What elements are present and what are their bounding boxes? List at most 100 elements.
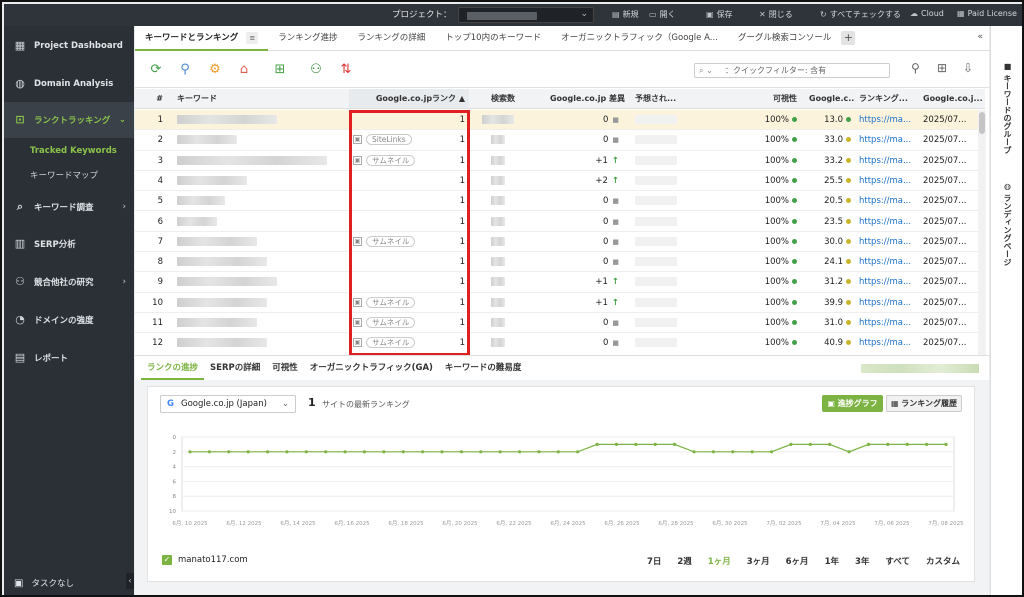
ranking-url-link[interactable]: https://ma... xyxy=(859,212,917,232)
open-button[interactable]: ▭ 開く xyxy=(649,9,676,20)
ranking-url-link[interactable]: https://ma... xyxy=(859,151,917,171)
table-row[interactable]: 3 ▣ サムネイル 1 +1 ↑ 100% 33.2 https://ma... 2… xyxy=(135,151,985,171)
keyword-icon[interactable]: ⚲ xyxy=(176,61,194,79)
table-row[interactable]: 12 ▣ サムネイル 1 0 ■ 100% 40.9 https://ma... 2… xyxy=(135,333,985,352)
close-button[interactable]: ✕ 閉じる xyxy=(759,9,793,20)
project-select[interactable]: ⌄ xyxy=(458,7,594,23)
btab-serp-details[interactable]: SERPの詳細 xyxy=(204,356,266,380)
tab-keywords-ranking[interactable]: キーワードとランキング ≡ xyxy=(135,26,269,51)
progress-graph-button[interactable]: ▣ 進捗グラフ xyxy=(822,395,883,412)
rail-keyword-groups[interactable]: ■ キーワードのグループ xyxy=(1002,62,1013,154)
ranking-url-link[interactable]: https://ma... xyxy=(859,293,917,313)
sort-icon[interactable]: ⇅ xyxy=(337,61,355,79)
ranking-url-link[interactable]: https://ma... xyxy=(859,110,917,130)
table-row[interactable]: 5 1 0 ■ 100% 20.5 https://ma... 2025/07..… xyxy=(135,191,985,212)
ranking-url-link[interactable]: https://ma... xyxy=(859,232,917,252)
col-header-visibility[interactable]: 可視性 xyxy=(681,89,801,109)
user-settings-icon[interactable]: ⚇ xyxy=(307,61,325,79)
ranking-url-link[interactable]: https://ma... xyxy=(859,171,917,191)
tab-ranking-details[interactable]: ランキングの詳細 xyxy=(348,26,436,51)
sidebar-sub-tracked-keywords[interactable]: Tracked Keywords xyxy=(30,146,117,156)
range-all[interactable]: すべて xyxy=(885,555,910,567)
sidebar-sub-keyword-map[interactable]: キーワードマップ xyxy=(30,169,98,181)
range-1y[interactable]: 1年 xyxy=(825,555,839,567)
table-row[interactable]: 2 ▣ SiteLinks 1 0 ■ 100% 33.0 https://ma..… xyxy=(135,130,985,151)
tab-top10-keywords[interactable]: トップ10内のキーワード xyxy=(435,26,551,51)
rail-landing-pages[interactable]: ◍ ランディングページ xyxy=(1002,182,1013,266)
search-engine-select[interactable]: G Google.co.jp (Japan) ⌄ xyxy=(160,395,296,413)
columns-icon[interactable]: ⊞ xyxy=(937,61,947,75)
sidebar-item-domain-analysis[interactable]: ◍ Domain Analysis xyxy=(4,67,134,101)
tag-icon[interactable]: ⌂ xyxy=(235,61,253,79)
check-all-button[interactable]: ↻ すべてチェックする xyxy=(820,9,901,20)
check-rankings-icon[interactable]: ⟳ xyxy=(147,61,165,79)
col-header-rank[interactable]: Google.co.jpランク ▲ xyxy=(349,89,469,109)
table-row[interactable]: 11 ▣ サムネイル 1 0 ■ 100% 31.0 https://ma... 2… xyxy=(135,313,985,334)
checkbox-checked-icon[interactable]: ✓ xyxy=(162,555,172,565)
sidebar-collapse-button[interactable]: ‹ xyxy=(126,573,134,589)
export-icon[interactable]: ⇩ xyxy=(963,61,973,75)
sidebar-item-project-dashboard[interactable]: ▦ Project Dashboard xyxy=(4,29,134,63)
ranking-url-link[interactable]: https://ma... xyxy=(859,313,917,333)
keyword-blurred xyxy=(177,277,277,287)
sidebar-item-domain-strength[interactable]: ◔ ドメインの強度 xyxy=(4,303,134,337)
sidebar-item-rank-tracking[interactable]: ⊡ ランクトラッキング ⌄ xyxy=(4,102,134,138)
col-header-volume[interactable]: 検索数 xyxy=(469,89,519,109)
btab-keyword-difficulty[interactable]: キーワードの難易度 xyxy=(439,356,528,380)
col-header-expected[interactable]: 予想され... xyxy=(629,89,681,109)
col-header-keyword[interactable]: キーワード xyxy=(169,89,349,109)
sidebar-item-keyword-research[interactable]: ⌕ キーワード調査 › xyxy=(4,190,134,224)
btab-visibility[interactable]: 可視性 xyxy=(266,356,304,380)
col-header-date[interactable]: Google.co.j... xyxy=(919,89,985,109)
competitor-icon[interactable]: ⚙ xyxy=(206,61,224,79)
table-scrollbar[interactable] xyxy=(978,110,986,356)
tab-menu-icon[interactable]: ≡ xyxy=(246,32,259,44)
tab-ranking-progress[interactable]: ランキング進捗 xyxy=(268,26,347,51)
col-header-diff[interactable]: Google.co.jp 差異 xyxy=(519,89,629,109)
license-button[interactable]: ▦ Paid License xyxy=(957,9,1017,18)
tab-search-console[interactable]: グーグル検索コンソール xyxy=(728,26,842,51)
cloud-button[interactable]: ☁ Cloud xyxy=(910,9,944,18)
ranking-history-button[interactable]: ▦ ランキング履歴 xyxy=(886,395,962,412)
filter-icon[interactable]: ⚲ xyxy=(911,61,920,75)
range-3m[interactable]: 3ヶ月 xyxy=(747,555,770,567)
expected-blurred xyxy=(635,236,677,246)
col-header-url[interactable]: ランキング... xyxy=(855,89,919,109)
new-button[interactable]: ▤ 新規 xyxy=(612,9,639,20)
table-row[interactable]: 4 1 +2 ↑ 100% 25.5 https://ma... 2025/07.… xyxy=(135,171,985,192)
ranking-url-link[interactable]: https://ma... xyxy=(859,191,917,211)
range-3y[interactable]: 3年 xyxy=(855,555,869,567)
chart-legend[interactable]: ✓ manato117.com xyxy=(162,555,248,565)
range-1m[interactable]: 1ヶ月 xyxy=(708,555,731,567)
btab-organic-traffic[interactable]: オーガニックトラフィック(GA) xyxy=(304,356,439,380)
tasks-status[interactable]: ▣ タスクなし xyxy=(14,577,74,590)
ranking-url-link[interactable]: https://ma... xyxy=(859,333,917,352)
ranking-url-link[interactable]: https://ma... xyxy=(859,272,917,292)
save-button[interactable]: ▣ 保存 xyxy=(706,9,733,20)
table-row[interactable]: 8 1 0 ■ 100% 24.1 https://ma... 2025/07..… xyxy=(135,252,985,273)
add-keyword-icon[interactable]: ⊞ xyxy=(271,61,289,79)
col-header-index[interactable]: # xyxy=(135,89,169,109)
range-2w[interactable]: 2週 xyxy=(677,555,691,567)
tab-organic-traffic[interactable]: オーガニックトラフィック（Google A... xyxy=(551,26,728,51)
table-row[interactable]: 9 1 +1 ↑ 100% 31.2 https://ma... 2025/07.… xyxy=(135,272,985,293)
scrollbar-thumb[interactable] xyxy=(979,112,985,134)
btab-rank-progress[interactable]: ランクの進捗 xyxy=(141,356,205,380)
sidebar-item-reports[interactable]: ▤ レポート xyxy=(4,341,134,375)
ranking-url-link[interactable]: https://ma... xyxy=(859,252,917,272)
col-header-score[interactable]: Google.c... xyxy=(801,89,855,109)
collapse-panel-icon[interactable]: « xyxy=(977,32,983,42)
table-row[interactable]: 7 ▣ サムネイル 1 0 ■ 100% 30.0 https://ma... 20… xyxy=(135,232,985,253)
table-row[interactable]: 6 1 0 ■ 100% 23.5 https://ma... 2025/07..… xyxy=(135,212,985,232)
refresh-icon: ↻ xyxy=(820,10,827,19)
quick-filter-input[interactable]: ⌕ ⌄ ：クイックフィルター: 含有 xyxy=(694,63,890,78)
ranking-url-link[interactable]: https://ma... xyxy=(859,130,917,150)
range-6m[interactable]: 6ヶ月 xyxy=(786,555,809,567)
range-custom[interactable]: カスタム xyxy=(926,555,960,567)
sidebar-item-competitor-research[interactable]: ⚇ 競合他社の研究 › xyxy=(4,265,134,299)
range-7d[interactable]: 7日 xyxy=(647,555,661,567)
sidebar-item-serp-analysis[interactable]: ▥ SERP分析 xyxy=(4,227,134,261)
table-row[interactable]: 1 1 0 ■ 100% 13.0 https://ma... 2025/07..… xyxy=(135,110,985,131)
add-tab-button[interactable]: + xyxy=(841,31,856,45)
table-row[interactable]: 10 ▣ サムネイル 1 +1 ↑ 100% 39.9 https://ma... … xyxy=(135,293,985,313)
